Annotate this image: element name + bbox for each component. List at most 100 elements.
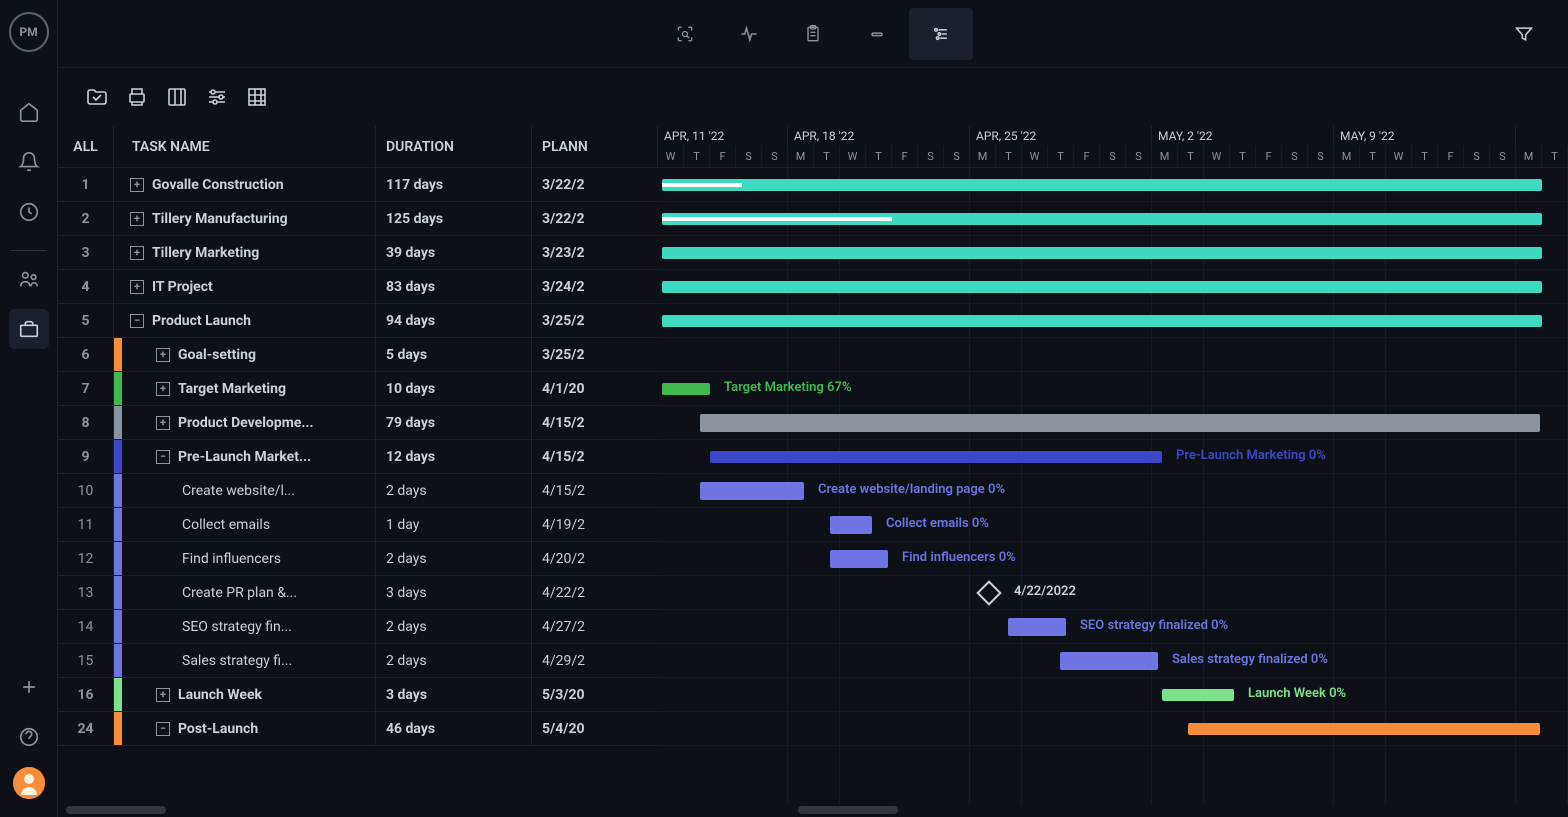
- task-name-cell[interactable]: Find influencers: [122, 542, 376, 575]
- gantt-bar[interactable]: [662, 315, 1542, 327]
- gantt-row[interactable]: [658, 168, 1568, 202]
- task-row[interactable]: 12 Find influencers 2 days 4/20/2: [58, 542, 658, 576]
- task-name-cell[interactable]: +Goal-setting: [122, 338, 376, 371]
- duration-cell[interactable]: 39 days: [376, 236, 532, 269]
- date-cell[interactable]: 4/29/2: [532, 644, 658, 677]
- task-name-cell[interactable]: +Product Developme...: [122, 406, 376, 439]
- gantt-scrollbar[interactable]: [798, 806, 898, 814]
- gantt-row[interactable]: Sales strategy finalized 0%: [658, 644, 1568, 678]
- date-cell[interactable]: 4/20/2: [532, 542, 658, 575]
- expand-icon[interactable]: +: [130, 212, 144, 226]
- folder-icon[interactable]: [84, 84, 110, 110]
- task-name-cell[interactable]: +Launch Week: [122, 678, 376, 711]
- gantt-bar[interactable]: [830, 550, 888, 568]
- task-row[interactable]: 1 +Govalle Construction 117 days 3/22/2: [58, 168, 658, 202]
- date-cell[interactable]: 3/23/2: [532, 236, 658, 269]
- gantt-row[interactable]: Collect emails 0%: [658, 508, 1568, 542]
- gantt-bar[interactable]: [1188, 723, 1540, 735]
- bell-icon[interactable]: [9, 142, 49, 182]
- duration-cell[interactable]: 10 days: [376, 372, 532, 405]
- duration-cell[interactable]: 2 days: [376, 474, 532, 507]
- task-name-cell[interactable]: +IT Project: [122, 270, 376, 303]
- task-row[interactable]: 10 Create website/l... 2 days 4/15/2: [58, 474, 658, 508]
- task-row[interactable]: 4 +IT Project 83 days 3/24/2: [58, 270, 658, 304]
- task-name-cell[interactable]: Create PR plan &...: [122, 576, 376, 609]
- columns-icon[interactable]: [164, 84, 190, 110]
- col-header-duration[interactable]: DURATION: [376, 126, 532, 167]
- expand-icon[interactable]: +: [130, 178, 144, 192]
- task-row[interactable]: 9 −Pre-Launch Market... 12 days 4/15/2: [58, 440, 658, 474]
- date-cell[interactable]: 5/3/20: [532, 678, 658, 711]
- task-row[interactable]: 3 +Tillery Marketing 39 days 3/23/2: [58, 236, 658, 270]
- gantt-row[interactable]: 4/22/2022: [658, 576, 1568, 610]
- expand-icon[interactable]: +: [156, 348, 170, 362]
- duration-cell[interactable]: 83 days: [376, 270, 532, 303]
- date-cell[interactable]: 4/15/2: [532, 474, 658, 507]
- milestone-icon[interactable]: [976, 580, 1001, 605]
- collapse-icon[interactable]: −: [156, 450, 170, 464]
- gantt-row[interactable]: Launch Week 0%: [658, 678, 1568, 712]
- task-row[interactable]: 13 Create PR plan &... 3 days 4/22/2: [58, 576, 658, 610]
- gantt-row[interactable]: [658, 202, 1568, 236]
- date-cell[interactable]: 4/27/2: [532, 610, 658, 643]
- gantt-row[interactable]: [658, 236, 1568, 270]
- task-name-cell[interactable]: −Post-Launch: [122, 712, 376, 745]
- task-row[interactable]: 11 Collect emails 1 day 4/19/2: [58, 508, 658, 542]
- gantt-row[interactable]: [658, 406, 1568, 440]
- help-icon[interactable]: [9, 717, 49, 757]
- date-cell[interactable]: 3/25/2: [532, 304, 658, 337]
- gantt-body[interactable]: Target Marketing 67% Pre-Launch Marketing…: [658, 168, 1568, 805]
- col-header-name[interactable]: TASK NAME: [122, 126, 376, 167]
- settings-sliders-icon[interactable]: [204, 84, 230, 110]
- task-row[interactable]: 2 +Tillery Manufacturing 125 days 3/22/2: [58, 202, 658, 236]
- expand-icon[interactable]: +: [130, 246, 144, 260]
- col-header-all[interactable]: ALL: [58, 126, 114, 167]
- team-icon[interactable]: [9, 259, 49, 299]
- home-icon[interactable]: [9, 92, 49, 132]
- filter-icon[interactable]: [1504, 14, 1544, 54]
- task-row[interactable]: 6 +Goal-setting 5 days 3/25/2: [58, 338, 658, 372]
- expand-icon[interactable]: +: [156, 416, 170, 430]
- gantt-row[interactable]: Find influencers 0%: [658, 542, 1568, 576]
- gantt-bar[interactable]: [710, 451, 1162, 463]
- task-name-cell[interactable]: SEO strategy fin...: [122, 610, 376, 643]
- task-name-cell[interactable]: +Tillery Manufacturing: [122, 202, 376, 235]
- gantt-row[interactable]: SEO strategy finalized 0%: [658, 610, 1568, 644]
- view-clipboard-icon[interactable]: [781, 8, 845, 60]
- task-row[interactable]: 14 SEO strategy fin... 2 days 4/27/2: [58, 610, 658, 644]
- date-cell[interactable]: 4/15/2: [532, 440, 658, 473]
- duration-cell[interactable]: 94 days: [376, 304, 532, 337]
- gantt-row[interactable]: [658, 304, 1568, 338]
- task-name-cell[interactable]: −Pre-Launch Market...: [122, 440, 376, 473]
- gantt-row[interactable]: Target Marketing 67%: [658, 372, 1568, 406]
- user-avatar[interactable]: [13, 767, 45, 799]
- duration-cell[interactable]: 117 days: [376, 168, 532, 201]
- duration-cell[interactable]: 79 days: [376, 406, 532, 439]
- duration-cell[interactable]: 125 days: [376, 202, 532, 235]
- expand-icon[interactable]: +: [130, 280, 144, 294]
- date-cell[interactable]: 3/22/2: [532, 168, 658, 201]
- expand-icon[interactable]: +: [156, 382, 170, 396]
- col-header-planned[interactable]: PLANN: [532, 126, 658, 167]
- briefcase-icon[interactable]: [9, 309, 49, 349]
- task-name-cell[interactable]: +Tillery Marketing: [122, 236, 376, 269]
- gantt-bar[interactable]: [1008, 618, 1066, 636]
- task-name-cell[interactable]: Create website/l...: [122, 474, 376, 507]
- task-row[interactable]: 16 +Launch Week 3 days 5/3/20: [58, 678, 658, 712]
- collapse-icon[interactable]: −: [156, 722, 170, 736]
- task-name-cell[interactable]: +Govalle Construction: [122, 168, 376, 201]
- task-name-cell[interactable]: Collect emails: [122, 508, 376, 541]
- date-cell[interactable]: 3/22/2: [532, 202, 658, 235]
- gantt-row[interactable]: [658, 712, 1568, 746]
- clock-icon[interactable]: [9, 192, 49, 232]
- duration-cell[interactable]: 12 days: [376, 440, 532, 473]
- date-cell[interactable]: 4/22/2: [532, 576, 658, 609]
- gantt-row[interactable]: Pre-Launch Marketing 0%: [658, 440, 1568, 474]
- gantt-row[interactable]: Create website/landing page 0%: [658, 474, 1568, 508]
- task-row[interactable]: 8 +Product Developme... 79 days 4/15/2: [58, 406, 658, 440]
- view-zoom-icon[interactable]: [653, 8, 717, 60]
- duration-cell[interactable]: 2 days: [376, 542, 532, 575]
- duration-cell[interactable]: 2 days: [376, 644, 532, 677]
- expand-icon[interactable]: +: [156, 688, 170, 702]
- gantt-bar[interactable]: [662, 281, 1542, 293]
